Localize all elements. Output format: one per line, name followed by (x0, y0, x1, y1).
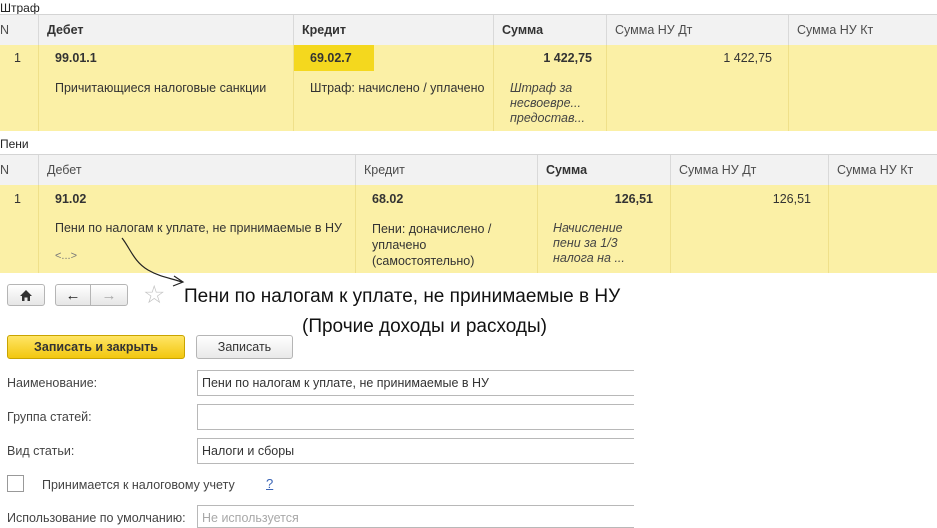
header-debit[interactable]: Дебет (38, 155, 355, 185)
save-and-close-button[interactable]: Записать и закрыть (7, 335, 185, 359)
header-sum[interactable]: Сумма (493, 15, 606, 45)
header-nu-kt[interactable]: Сумма НУ Кт (828, 155, 937, 185)
tax-accounting-label: Принимается к налоговому учету (42, 478, 235, 492)
shtraf-section-title: Штраф (0, 1, 40, 15)
debit-description: Пени по налогам к уплате, не принимаемые… (55, 221, 342, 235)
credit-account[interactable]: 68.02 (372, 192, 403, 206)
default-use-field[interactable]: Не используется (197, 505, 634, 528)
forward-button[interactable]: → (90, 284, 128, 306)
kind-label: Вид статьи: (7, 444, 75, 458)
header-nu-dt[interactable]: Сумма НУ Дт (670, 155, 828, 185)
name-label: Наименование: (7, 376, 98, 390)
credit-account[interactable]: 69.02.7 (310, 51, 352, 65)
credit-description: Пени: доначислено / уплачено (самостояте… (372, 222, 492, 268)
header-credit[interactable]: Кредит (293, 15, 493, 45)
nu-dt-value[interactable]: 126,51 (680, 192, 811, 206)
credit-description: Штраф: начислено / уплачено (310, 81, 485, 95)
debit-description: Причитающиеся налоговые санкции (55, 81, 267, 95)
sum-description: Штраф за несвоевре... предостав... (510, 81, 585, 125)
row-number: 1 (14, 192, 21, 206)
debit-account[interactable]: 99.01.1 (55, 51, 97, 65)
debit-account[interactable]: 91.02 (55, 192, 86, 206)
header-nu-kt[interactable]: Сумма НУ Кт (788, 15, 937, 45)
nu-dt-value[interactable]: 1 422,75 (610, 51, 772, 65)
default-use-label: Использование по умолчанию: (7, 511, 186, 525)
shtraf-table-header: N Дебет Кредит Сумма Сумма НУ Дт Сумма Н… (0, 14, 937, 46)
home-button[interactable] (7, 284, 45, 306)
sum-value[interactable]: 1 422,75 (500, 51, 592, 65)
peni-table-header: N Дебет Кредит Сумма Сумма НУ Дт Сумма Н… (0, 154, 937, 186)
header-nu-dt[interactable]: Сумма НУ Дт (606, 15, 788, 45)
sum-value[interactable]: 126,51 (545, 192, 653, 206)
header-sum[interactable]: Сумма (537, 155, 670, 185)
group-field[interactable] (197, 404, 634, 430)
header-n[interactable]: N (0, 155, 38, 185)
tax-accounting-checkbox[interactable] (7, 475, 24, 492)
header-debit[interactable]: Дебет (38, 15, 293, 45)
help-link[interactable]: ? (266, 476, 273, 491)
sum-description: Начисление пени за 1/3 налога на ... (553, 221, 625, 265)
form-title: Пени по налогам к уплате, не принимаемые… (184, 286, 621, 307)
shtraf-table: N Дебет Кредит Сумма Сумма НУ Дт Сумма Н… (0, 14, 937, 132)
form-subtitle: (Прочие доходы и расходы) (302, 316, 547, 337)
debit-subconto[interactable]: <...> (55, 250, 77, 262)
row-number: 1 (14, 51, 21, 65)
kind-field[interactable]: Налоги и сборы (197, 438, 634, 464)
peni-section-title: Пени (0, 137, 29, 151)
header-n[interactable]: N (0, 15, 38, 45)
forward-arrow-icon: → (101, 286, 117, 304)
save-button[interactable]: Записать (196, 335, 293, 359)
table-row[interactable]: 1 99.01.1 Причитающиеся налоговые санкци… (0, 45, 937, 131)
group-label: Группа статей: (7, 410, 92, 424)
back-button[interactable]: ← (55, 284, 91, 306)
header-credit[interactable]: Кредит (355, 155, 537, 185)
home-icon (20, 289, 32, 301)
star-icon[interactable]: ☆ (143, 281, 165, 309)
name-field[interactable]: Пени по налогам к уплате, не принимаемые… (197, 370, 634, 396)
back-arrow-icon: ← (65, 286, 81, 304)
